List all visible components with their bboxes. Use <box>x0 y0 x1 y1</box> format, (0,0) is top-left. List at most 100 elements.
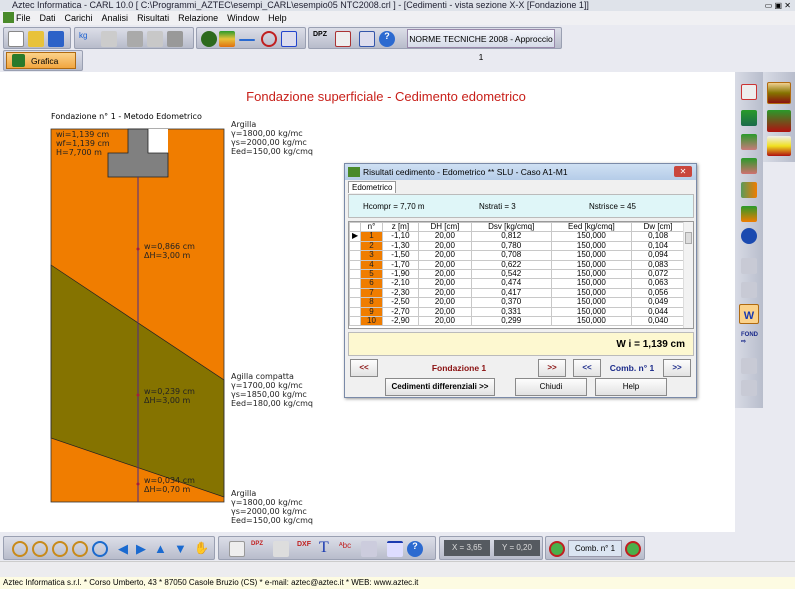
row-indicator[interactable] <box>348 240 362 252</box>
tool-icon[interactable] <box>741 380 757 396</box>
abc-icon[interactable]: ᴬbc <box>339 541 355 557</box>
table-row[interactable]: ▶ 1 -1,10 20,00 0,812 150,000 0,108 <box>348 231 685 242</box>
table-row[interactable]: 10 -2,90 20,00 0,299 150,000 0,040 <box>348 316 685 327</box>
layer2-gammas: γs=1850,00 kg/mc <box>231 390 307 399</box>
section-icon[interactable] <box>127 31 143 47</box>
tool-icon[interactable] <box>361 541 377 557</box>
row-indicator[interactable]: ▶ <box>348 231 362 242</box>
help-icon[interactable]: ? <box>407 541 423 557</box>
row-indicator[interactable] <box>348 250 362 261</box>
tool-icon[interactable] <box>273 541 289 557</box>
terrain-icon[interactable] <box>741 158 757 174</box>
pan-down-icon[interactable]: ▼ <box>174 541 190 557</box>
new-icon[interactable] <box>8 31 24 47</box>
prev-fondazione-button[interactable]: << <box>350 359 378 377</box>
tab-edometrico[interactable]: Edometrico <box>348 181 397 193</box>
zoom-out-icon[interactable] <box>32 541 48 557</box>
close-button[interactable]: ✕ <box>674 166 692 177</box>
tool-icon[interactable] <box>741 258 757 274</box>
text-icon[interactable]: T <box>319 539 335 556</box>
save-icon[interactable] <box>48 31 64 47</box>
table-row[interactable]: 6 -2,10 20,00 0,474 150,000 0,063 <box>348 278 685 289</box>
dpz-icon[interactable]: DPZ <box>313 31 329 47</box>
bulb-icon[interactable] <box>741 206 757 222</box>
row-indicator[interactable] <box>348 316 362 327</box>
norm-icon[interactable] <box>101 31 117 47</box>
tool-icon[interactable] <box>741 358 757 374</box>
dxf-icon[interactable]: DXF <box>297 541 313 557</box>
chiudi-button[interactable]: Chiudi <box>515 378 587 396</box>
menu-file[interactable]: File <box>16 13 31 23</box>
row-indicator[interactable] <box>348 306 362 318</box>
print-icon[interactable] <box>229 541 245 557</box>
row-indicator[interactable] <box>348 287 362 299</box>
pan-left-icon[interactable]: ◀ <box>118 541 134 557</box>
table-row[interactable]: 8 -2,50 20,00 0,370 150,000 0,049 <box>348 297 685 308</box>
table-cell: 150,000 <box>550 278 633 289</box>
table-cell: 20,00 <box>418 231 472 242</box>
norme-selector[interactable]: NORME TECNICHE 2008 - Approccio 1 <box>407 29 555 62</box>
row-indicator[interactable] <box>348 278 362 289</box>
dpz-icon[interactable]: DPZ <box>251 541 267 557</box>
zoom-window-icon[interactable] <box>72 541 88 557</box>
prev-comb-icon[interactable] <box>549 541 565 557</box>
settlement-icon[interactable]: W <box>739 304 759 324</box>
row-indicator[interactable] <box>348 269 362 280</box>
layer3-dh: ΔH=0,70 m <box>144 485 191 494</box>
prev-comb-button[interactable]: << <box>573 359 601 377</box>
tool-icon[interactable] <box>741 84 757 100</box>
pan-right-icon[interactable]: ▶ <box>136 541 152 557</box>
cedimenti-differenziali-button[interactable]: Cedimenti differenziali >> <box>385 378 495 396</box>
open-icon[interactable] <box>28 31 44 47</box>
tool-icon[interactable] <box>167 31 183 47</box>
menu-analisi[interactable]: Analisi <box>102 13 129 23</box>
target-icon[interactable] <box>261 31 277 47</box>
raft-icon[interactable] <box>767 136 791 156</box>
menu-risultati[interactable]: Risultati <box>137 13 169 23</box>
sort-icon[interactable] <box>281 31 297 47</box>
pan-up-icon[interactable]: ▲ <box>154 541 170 557</box>
table-cell: 20,00 <box>418 278 472 289</box>
scroll-thumb[interactable] <box>685 232 692 244</box>
hcompr-label: Hcompr = 7,70 m <box>363 202 425 211</box>
zoom-in-icon[interactable] <box>12 541 28 557</box>
menu-window[interactable]: Window <box>227 13 259 23</box>
terrain-icon[interactable] <box>741 134 757 150</box>
grid-scrollbar[interactable] <box>683 222 693 328</box>
menu-relazione[interactable]: Relazione <box>178 13 218 23</box>
zoom-previous-icon[interactable] <box>92 541 108 557</box>
units-icon[interactable]: kg <box>79 31 95 47</box>
table-row[interactable]: 3 -1,50 20,00 0,708 150,000 0,094 <box>348 250 685 261</box>
fond-icon[interactable]: FOND ⇨ <box>741 332 758 348</box>
help-button[interactable]: Help <box>595 378 667 396</box>
calc-icon[interactable] <box>335 31 351 47</box>
row-indicator[interactable] <box>348 297 362 308</box>
zoom-fit-icon[interactable] <box>52 541 68 557</box>
table-cell: 20,00 <box>418 316 472 327</box>
help-icon[interactable]: ? <box>379 31 395 47</box>
scale-icon[interactable] <box>387 541 403 557</box>
table-cell: 0,299 <box>470 316 552 327</box>
pile-icon[interactable] <box>767 110 791 132</box>
next-fondazione-button[interactable]: >> <box>538 359 566 377</box>
terrain-icon[interactable] <box>741 110 757 126</box>
window-controls[interactable]: ▭ ▣ ✕ <box>765 1 791 10</box>
foundation-icon[interactable] <box>767 82 791 104</box>
tool-icon[interactable] <box>741 282 757 298</box>
word-icon[interactable] <box>359 31 375 47</box>
hand-icon[interactable]: ✋ <box>194 541 210 557</box>
next-comb-button[interactable]: >> <box>663 359 691 377</box>
line-icon[interactable] <box>239 39 255 41</box>
layer1-w: w=0,866 cm <box>144 242 195 251</box>
next-comb-icon[interactable] <box>625 541 641 557</box>
menu-help[interactable]: Help <box>268 13 287 23</box>
tool-icon[interactable] <box>147 31 163 47</box>
stress-icon[interactable] <box>741 228 757 244</box>
row-indicator[interactable] <box>348 259 362 271</box>
menu-dati[interactable]: Dati <box>40 13 56 23</box>
gear-icon[interactable] <box>201 31 217 47</box>
results-grid[interactable]: n° z [m] DH [cm] Dsv [kg/cmq] Eed [kg/cmq] Dw… <box>348 221 694 329</box>
pressure-icon[interactable] <box>741 182 757 198</box>
layers-icon[interactable] <box>219 31 235 47</box>
menu-carichi[interactable]: Carichi <box>65 13 93 23</box>
